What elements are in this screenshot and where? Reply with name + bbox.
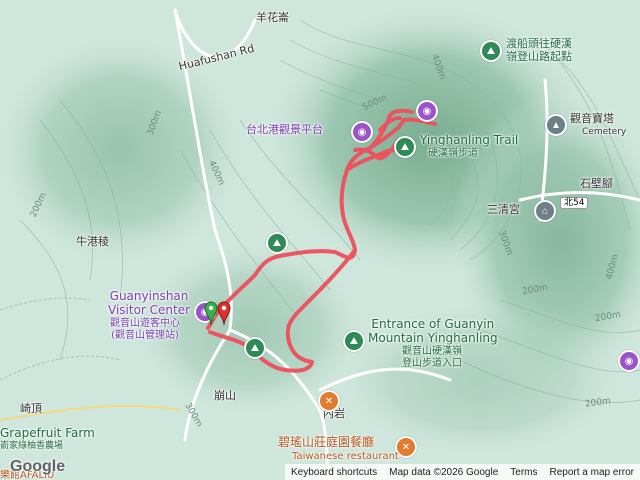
poi-visitor-center-zh[interactable]: 觀音山遊客中心 (觀音山管理站) <box>110 318 180 341</box>
temple-icon[interactable]: ⌂ <box>534 200 556 222</box>
poi-entrance-en[interactable]: Entrance of Guanyin Mountain Yinghanling <box>368 317 498 346</box>
terms-link[interactable]: Terms <box>504 467 543 478</box>
poi-yinghanling-trail-en[interactable]: Yinghanling Trail <box>420 133 518 148</box>
poi-taipei-port-platform[interactable]: 台北港觀景平台 <box>246 123 323 137</box>
road-badge-bei54: 北54 <box>560 197 589 210</box>
place-guanyin-pagoda: 觀音寶塔 <box>570 112 614 125</box>
fork-knife-icon[interactable]: ✕ <box>318 390 340 412</box>
hiking-trail-icon[interactable]: ⛰ <box>343 330 365 352</box>
place-grapefruit-farm: Grapefruit Farm <box>0 426 95 440</box>
hiking-trail-icon[interactable]: ⛰ <box>266 232 288 254</box>
place-yanghuaqi: 羊花崙 <box>256 11 289 24</box>
end-marker-icon[interactable] <box>217 300 231 326</box>
start-marker-icon[interactable] <box>204 300 218 326</box>
place-grapefruit-farm-zh: 嵛家綠柚香農場 <box>0 441 64 451</box>
hiking-trail-icon[interactable]: ⛰ <box>244 337 266 359</box>
poi-ferry-trailhead[interactable]: 渡船頭往硬漢 嶺登山路起點 <box>506 37 572 63</box>
poi-restaurant-en[interactable]: Taiwanese restaurant <box>292 451 399 463</box>
place-qiding: 崎頂 <box>20 402 42 415</box>
map-canvas[interactable]: 500m 400m 300m 400m 200m 200m 300m 200m … <box>0 0 640 480</box>
place-shibijiao: 石壁腳 <box>580 177 613 190</box>
camera-viewpoint-icon[interactable]: ◉ <box>351 121 373 143</box>
place-cemetery: Cemetery <box>582 127 627 137</box>
report-error-link[interactable]: Report a map error <box>544 467 640 478</box>
place-sanqinggong: 三清宮 <box>487 203 520 216</box>
keyboard-shortcuts-link[interactable]: Keyboard shortcuts <box>285 467 383 478</box>
poi-visitor-center-en[interactable]: Guanyinshan Visitor Center <box>108 289 190 318</box>
attribution-bar: Keyboard shortcuts Map data ©2026 Google… <box>284 464 640 480</box>
map-data-text: Map data ©2026 Google <box>389 466 499 478</box>
camera-viewpoint-icon[interactable]: ◉ <box>618 350 640 372</box>
google-logo: Google <box>10 458 66 475</box>
camera-viewpoint-icon[interactable]: ◉ <box>416 100 438 122</box>
pagoda-icon[interactable]: ▲ <box>545 114 567 136</box>
place-niugangleng: 牛港稜 <box>76 235 109 248</box>
place-jianshan: 崩山 <box>214 389 236 402</box>
poi-restaurant-zh[interactable]: 碧瑤山莊庭園餐廳 <box>278 435 374 450</box>
poi-yinghanling-trail-zh[interactable]: 硬漢嶺步道 <box>428 148 478 160</box>
poi-entrance-zh[interactable]: 觀音山硬漢嶺 登山步道入口 <box>402 346 462 369</box>
hiking-trail-icon[interactable]: ⛰ <box>480 40 502 62</box>
hiking-trail-icon[interactable]: ⛰ <box>394 136 416 158</box>
